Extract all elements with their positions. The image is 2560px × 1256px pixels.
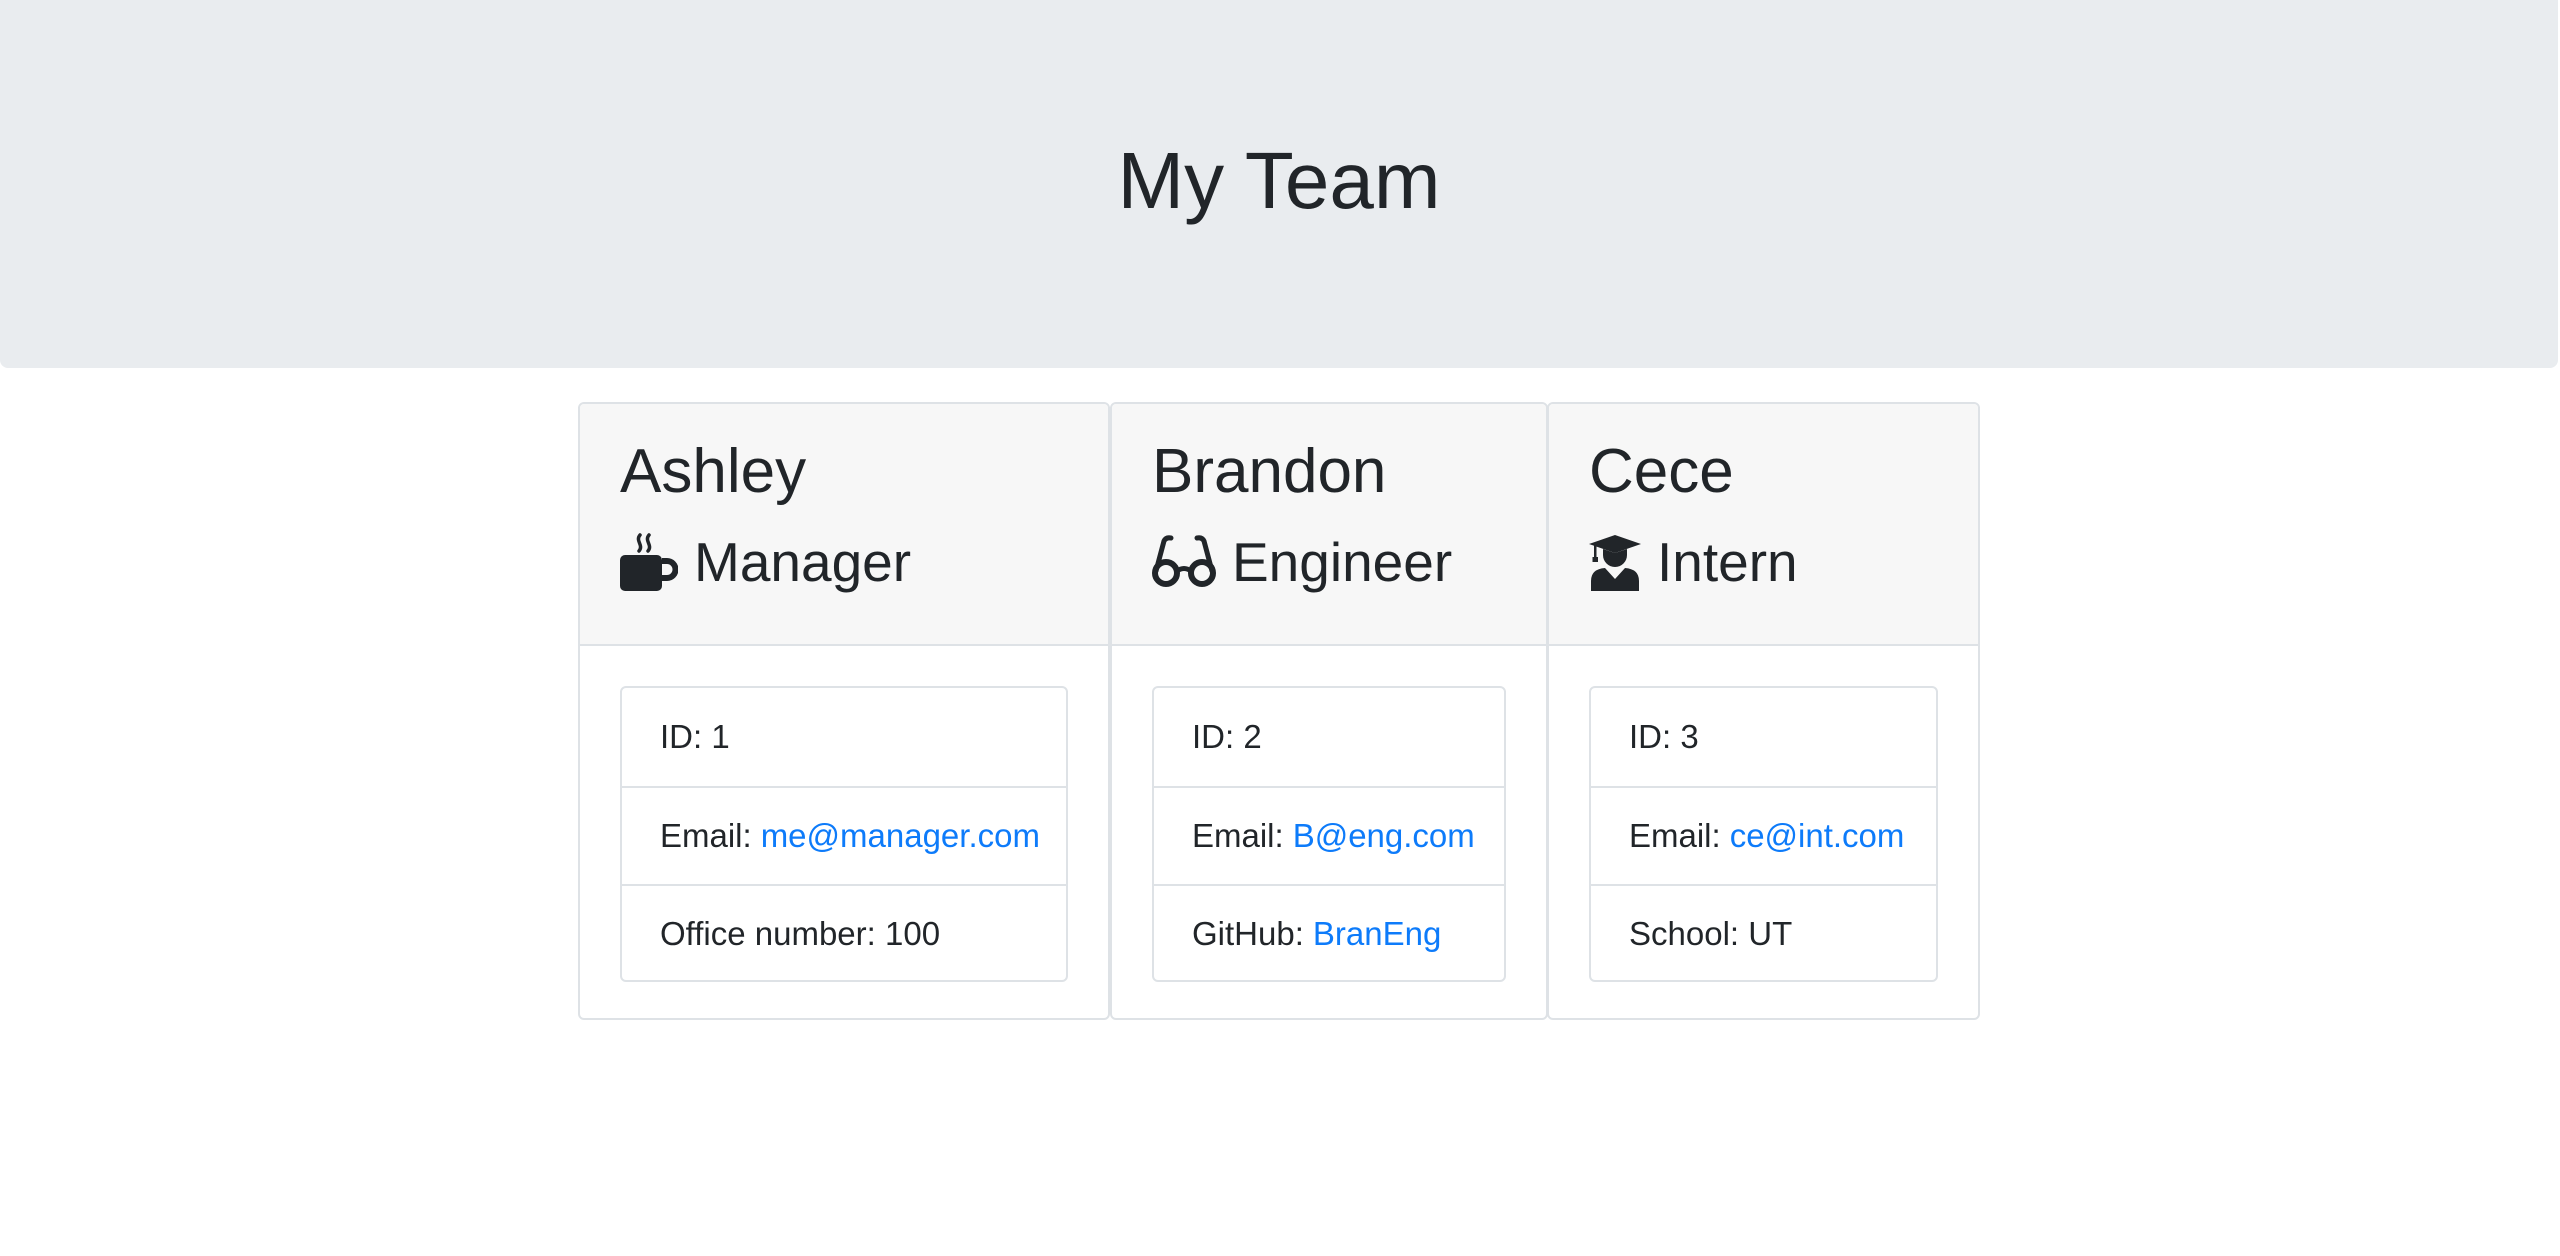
email-link[interactable]: me@manager.com bbox=[761, 817, 1040, 855]
page-title: My Team bbox=[1117, 136, 1441, 225]
employee-card-manager: Ashley Manager ID: 1 Email: me@manager.c… bbox=[578, 402, 1110, 1020]
github-label: GitHub: bbox=[1192, 915, 1304, 952]
email-link[interactable]: ce@int.com bbox=[1730, 817, 1905, 855]
employee-role-label: Manager bbox=[694, 531, 912, 593]
id-label: ID: bbox=[1192, 718, 1235, 755]
card-header: Cece Intern bbox=[1549, 404, 1978, 646]
employee-card-intern: Cece Intern ID: 3 Email: ce@int.com Scho… bbox=[1547, 402, 1980, 1020]
header-banner: My Team bbox=[0, 0, 2558, 368]
employee-card-engineer: Brandon Engineer ID: 2 Email: B@eng.com … bbox=[1110, 402, 1548, 1020]
id-value: 2 bbox=[1243, 718, 1262, 755]
list-item-school: School: UT bbox=[1591, 884, 1936, 982]
employee-name: Cece bbox=[1589, 437, 1734, 506]
employee-name: Ashley bbox=[620, 437, 807, 506]
list-item-id: ID: 1 bbox=[622, 688, 1066, 786]
employee-role: Manager bbox=[620, 529, 911, 595]
glasses-icon bbox=[1152, 533, 1216, 591]
list-item-email: Email: me@manager.com bbox=[622, 786, 1066, 884]
card-header: Ashley Manager bbox=[580, 404, 1108, 646]
list-item-id: ID: 2 bbox=[1154, 688, 1504, 786]
email-label: Email: bbox=[660, 817, 752, 854]
employee-name: Brandon bbox=[1152, 437, 1387, 506]
id-value: 1 bbox=[711, 718, 730, 755]
employee-info-list: ID: 2 Email: B@eng.com GitHub: BranEng bbox=[1152, 686, 1506, 982]
email-link[interactable]: B@eng.com bbox=[1293, 817, 1475, 855]
employee-role-label: Engineer bbox=[1232, 531, 1453, 593]
list-item-id: ID: 3 bbox=[1591, 688, 1936, 786]
list-item-github: GitHub: BranEng bbox=[1154, 884, 1504, 982]
id-label: ID: bbox=[1629, 718, 1672, 755]
email-label: Email: bbox=[1629, 817, 1721, 854]
employee-info-list: ID: 3 Email: ce@int.com School: UT bbox=[1589, 686, 1938, 982]
office-number-value: 100 bbox=[885, 915, 941, 952]
email-label: Email: bbox=[1192, 817, 1284, 854]
school-label: School: bbox=[1629, 915, 1740, 952]
list-item-email: Email: B@eng.com bbox=[1154, 786, 1504, 884]
id-value: 3 bbox=[1680, 718, 1699, 755]
employee-role: Intern bbox=[1589, 529, 1798, 595]
card-header: Brandon Engineer bbox=[1112, 404, 1546, 646]
school-value: UT bbox=[1748, 915, 1793, 952]
employee-role: Engineer bbox=[1152, 529, 1452, 595]
list-item-office-number: Office number: 100 bbox=[622, 884, 1066, 982]
list-item-email: Email: ce@int.com bbox=[1591, 786, 1936, 884]
employee-role-label: Intern bbox=[1657, 531, 1798, 593]
graduate-icon bbox=[1589, 533, 1641, 591]
page: My Team Ashley Manager ID: 1 Email: me@m… bbox=[0, 0, 2560, 1256]
office-number-label: Office number: bbox=[660, 915, 876, 952]
github-link[interactable]: BranEng bbox=[1313, 915, 1441, 953]
id-label: ID: bbox=[660, 718, 703, 755]
coffee-mug-icon bbox=[620, 533, 678, 591]
employee-info-list: ID: 1 Email: me@manager.com Office numbe… bbox=[620, 686, 1068, 982]
